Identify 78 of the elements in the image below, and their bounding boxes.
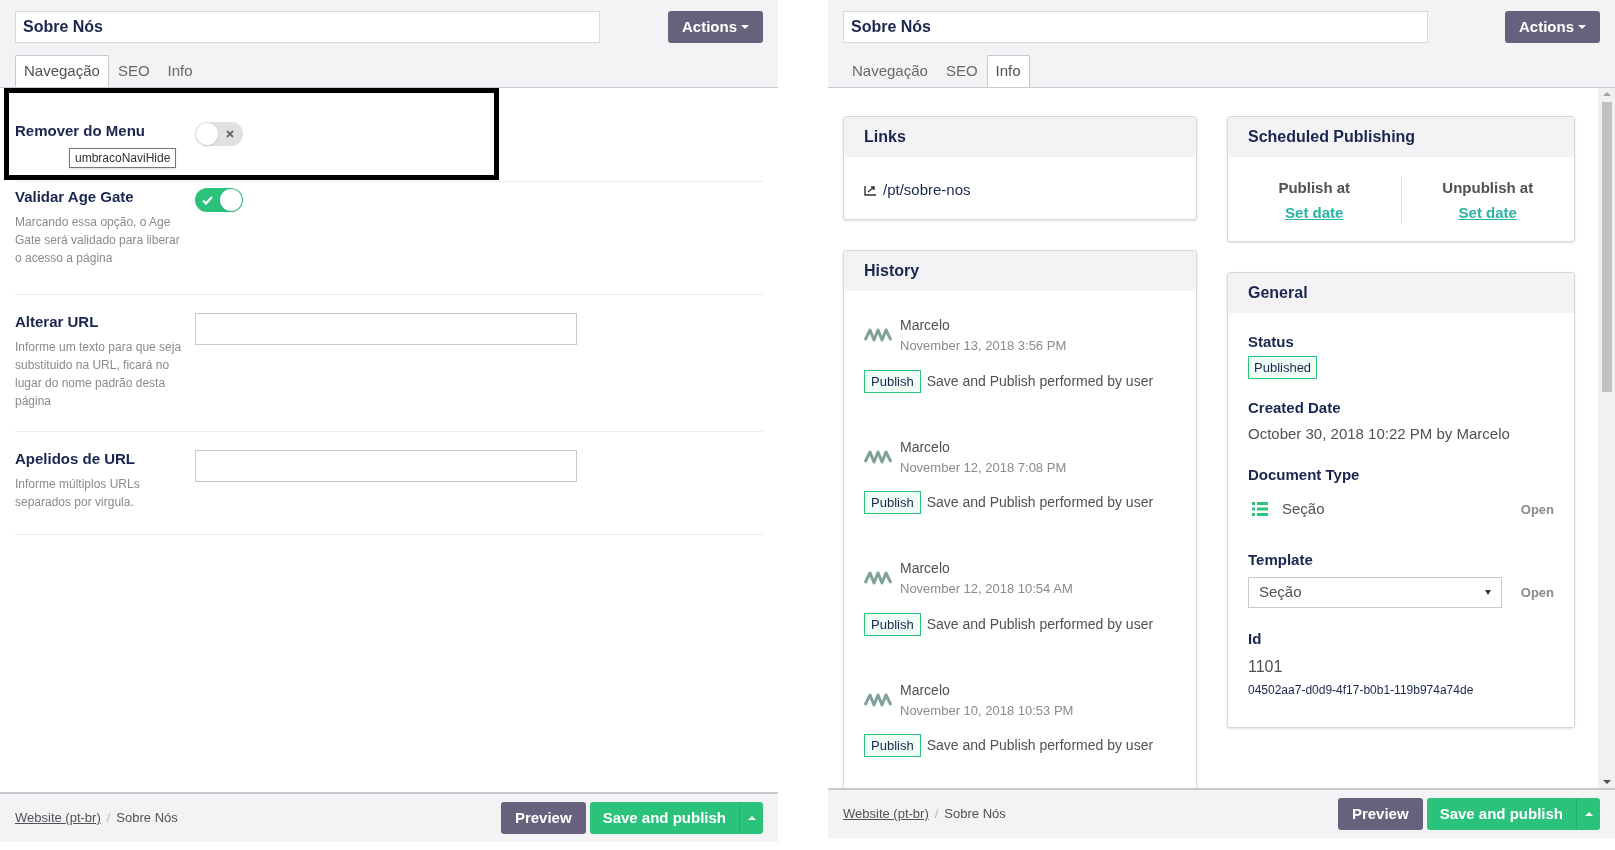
- toggle-switch[interactable]: [195, 122, 243, 146]
- tab[interactable]: SEO: [108, 55, 159, 87]
- caret-icon: [741, 25, 749, 29]
- field-label: Id: [1248, 629, 1263, 649]
- created-date: October 30, 2018 10:22 PM by Marcelo: [1248, 424, 1511, 444]
- card-title: General: [1248, 283, 1308, 303]
- property-label: Apelidos de URL: [15, 449, 136, 469]
- card-title: History: [864, 261, 920, 281]
- caret-icon: [747, 816, 756, 820]
- breadcrumb-separator: /: [934, 805, 939, 824]
- publish-badge: Publish: [864, 612, 921, 636]
- breadcrumb-link[interactable]: Website (pt-br): [843, 804, 929, 824]
- history-date: November 10, 2018 10:53 PM: [900, 701, 1074, 720]
- publish-badge: Publish: [864, 369, 921, 393]
- toggle-switch[interactable]: [195, 188, 243, 212]
- field-label: Document Type: [1248, 464, 1361, 485]
- breadcrumb-current: Sobre Nós: [116, 809, 178, 828]
- field-label: Created Date: [1248, 397, 1342, 418]
- scrollbar[interactable]: [1598, 88, 1615, 788]
- node-id: 1101: [1248, 656, 1284, 677]
- check-icon: [202, 195, 213, 205]
- caret-icon: [1485, 590, 1491, 595]
- name-field[interactable]: Sobre Nós: [843, 11, 1428, 43]
- text-field[interactable]: [195, 313, 577, 345]
- publish-badge: Publish: [864, 491, 921, 514]
- expand-button[interactable]: [739, 802, 763, 834]
- publish-at-label: Publish at: [1278, 178, 1351, 198]
- expand-button[interactable]: [1576, 798, 1600, 830]
- history-action: Save and Publish performed by user: [926, 493, 1154, 512]
- property-description: Informe múltiplos URLs separados por virgula.: [15, 475, 141, 511]
- history-user: Marcelo: [900, 316, 951, 335]
- tab[interactable]: Info: [986, 55, 1030, 87]
- card-title: Scheduled Publishing: [1248, 127, 1416, 147]
- publish-badge: Publish: [864, 734, 921, 757]
- name-field[interactable]: Sobre Nós: [15, 11, 600, 43]
- breadcrumb-separator: /: [106, 809, 111, 828]
- node-guid: 04502aa7-d0d9-4f17-b0b1-119b974a74de: [1248, 681, 1475, 699]
- property-label: Remover do Menu: [15, 121, 147, 141]
- tab[interactable]: SEO: [936, 55, 987, 87]
- property-label: Alterar URL: [15, 312, 100, 332]
- history-user: Marcelo: [900, 680, 951, 700]
- actions-button[interactable]: Actions: [1505, 11, 1600, 43]
- unpublish-at-label: Unpublish at: [1442, 178, 1534, 198]
- history-action: Save and Publish performed by user: [926, 371, 1154, 391]
- tab[interactable]: Navegação: [15, 55, 109, 87]
- property-label: Validar Age Gate: [15, 187, 135, 207]
- caret-icon: [1584, 812, 1593, 816]
- property-description: Marcando essa opção, o Age Gate será validado para liberar o acesso a página: [15, 213, 181, 267]
- open-link[interactable]: Open: [1520, 499, 1554, 519]
- card-title: Links: [864, 127, 906, 147]
- caret-icon: [1578, 25, 1586, 29]
- history-date: November 12, 2018 7:08 PM: [900, 458, 1067, 477]
- property-description: Informe um texto para que seja substituido na URL, ficará no lugar do nome padrão desta página: [15, 338, 183, 410]
- history-action: Save and Publish performed by user: [926, 614, 1154, 634]
- history-date: November 12, 2018 10:54 AM: [900, 580, 1073, 598]
- text-field[interactable]: [195, 450, 577, 482]
- template-select[interactable]: Seção: [1248, 577, 1502, 608]
- actions-button[interactable]: Actions: [668, 11, 763, 43]
- tab[interactable]: Navegação: [843, 55, 937, 87]
- history-user: Marcelo: [900, 559, 951, 578]
- close-icon: [226, 130, 234, 138]
- field-label: Template: [1248, 549, 1314, 570]
- history-action: Save and Publish performed by user: [926, 736, 1154, 755]
- history-date: November 13, 2018 3:56 PM: [900, 337, 1067, 355]
- status-badge: Published: [1248, 355, 1318, 379]
- tooltip: umbracoNaviHide: [69, 148, 177, 168]
- open-link[interactable]: Open: [1520, 582, 1554, 603]
- list-icon: [1252, 502, 1268, 517]
- preview-button[interactable]: Preview: [500, 802, 586, 834]
- link-icon: [864, 184, 877, 197]
- history-user: Marcelo: [900, 437, 951, 457]
- breadcrumb-current: Sobre Nós: [944, 805, 1006, 824]
- breadcrumb-link[interactable]: Website (pt-br): [15, 808, 101, 828]
- link-url[interactable]: /pt/sobre-nos: [883, 179, 971, 202]
- preview-button[interactable]: Preview: [1337, 798, 1423, 830]
- document-type-name: Seção: [1282, 499, 1325, 519]
- tab[interactable]: Info: [158, 55, 202, 87]
- field-label: Status: [1248, 332, 1295, 352]
